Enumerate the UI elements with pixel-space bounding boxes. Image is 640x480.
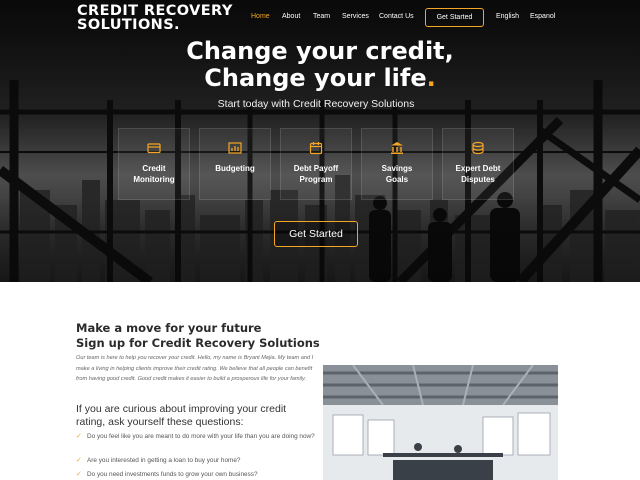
hero-get-started-button[interactable]: Get Started [274, 221, 358, 247]
question-item: ✓ Are you interested in getting a loan t… [76, 456, 326, 466]
section-heading-1: Make a move for your future [76, 321, 262, 335]
brand-line-1: CREDIT RECOVERY [77, 3, 233, 19]
card-label: Credit Monitoring [133, 164, 175, 184]
credit-card-icon [147, 143, 161, 154]
question-text: Are you interested in getting a loan to … [87, 457, 241, 464]
hero-subtitle: Start today with Credit Recovery Solutio… [217, 98, 415, 110]
section-heading-2: Sign up for Credit Recovery Solutions [76, 336, 320, 350]
check-icon: ✓ [76, 433, 82, 440]
brand-logo[interactable]: CREDIT RECOVERY SOLUTIONS. [77, 3, 233, 33]
card-savings-goals[interactable]: Savings Goals [361, 128, 433, 200]
question-item: ✓ Do you need investments funds to grow … [76, 470, 326, 480]
coins-icon [472, 141, 484, 155]
questions-heading: If you are curious about improving your … [76, 403, 287, 428]
nav-services[interactable]: Services [342, 13, 369, 20]
card-label: Budgeting [215, 164, 255, 173]
hero-headline-line-2: Change your life [204, 64, 427, 92]
card-budgeting[interactable]: Budgeting [199, 128, 271, 200]
card-debt-payoff-program[interactable]: Debt Payoff Program [280, 128, 352, 200]
question-text: Do you need investments funds to grow yo… [87, 471, 258, 478]
nav-about[interactable]: About [282, 13, 300, 20]
bank-icon [391, 142, 403, 154]
nav-home[interactable]: Home [251, 13, 270, 20]
hero-headline-line-1: Change your credit, [186, 37, 454, 65]
check-icon: ✓ [76, 471, 82, 478]
headline-accent-dot: . [426, 64, 436, 92]
card-expert-debt-disputes[interactable]: Expert Debt Disputes [442, 128, 514, 200]
card-credit-monitoring[interactable]: Credit Monitoring [118, 128, 190, 200]
nav-english[interactable]: English [496, 13, 519, 20]
card-label: Expert Debt Disputes [455, 164, 501, 184]
nav-espanol[interactable]: Espanol [530, 13, 555, 20]
office-photo [323, 365, 558, 480]
question-text: Do you feel like you are meant to do mor… [87, 433, 315, 440]
nav-team[interactable]: Team [313, 13, 330, 20]
intro-paragraph: Our team is here to help you recover you… [76, 355, 314, 382]
nav-contact-us[interactable]: Contact Us [379, 13, 414, 20]
card-label: Debt Payoff Program [293, 164, 339, 184]
brand-line-2: SOLUTIONS. [77, 17, 180, 33]
card-label: Savings Goals [381, 164, 413, 184]
hero-headline: Change your credit, Change your life. [0, 38, 640, 92]
calendar-icon [309, 142, 323, 155]
chart-icon [228, 142, 242, 154]
office-interior-image [323, 365, 558, 480]
nav-get-started-button[interactable]: Get Started [425, 8, 484, 27]
check-icon: ✓ [76, 457, 82, 464]
question-item: ✓ Do you feel like you are meant to do m… [76, 432, 326, 442]
